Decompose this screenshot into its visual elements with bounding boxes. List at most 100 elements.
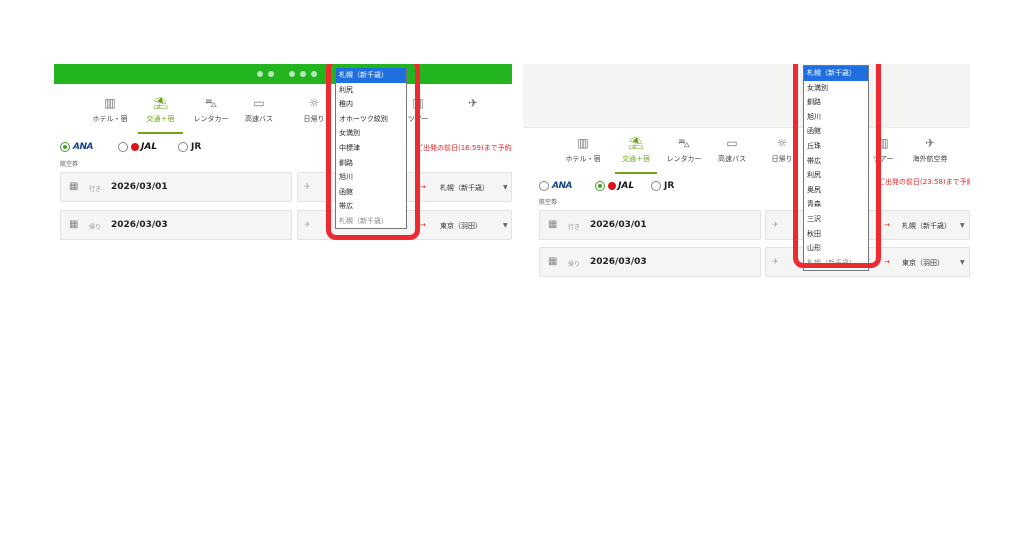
tab-label: 高速バス xyxy=(718,155,746,163)
jal-crane-icon xyxy=(608,182,616,190)
calendar-icon: ▦ xyxy=(548,256,558,267)
radio-button[interactable] xyxy=(60,142,70,152)
radio-jr[interactable]: JR xyxy=(651,179,674,193)
car-icon: ⛍ xyxy=(677,136,691,150)
tab-hotel[interactable]: ▥ ホテル・宿 xyxy=(563,134,603,174)
arrival-airport: 東京（羽田） xyxy=(440,222,482,230)
return-date-field[interactable]: ▦ 帰り 2026/03/03 xyxy=(539,247,761,277)
airplane-icon: ✈ xyxy=(772,257,779,266)
tab-label: 交通＋宿 xyxy=(146,115,175,123)
chevron-down-icon[interactable]: ▼ xyxy=(960,222,965,229)
tab-travel-package[interactable]: ⛱ 交通＋宿 xyxy=(138,94,183,134)
tab-overseas[interactable]: ✈ xyxy=(458,94,488,134)
highlight-box xyxy=(793,64,881,268)
jr-logo: JR xyxy=(191,142,202,152)
radio-button[interactable] xyxy=(539,181,549,191)
tab-rental-car[interactable]: ⛍ レンタカー xyxy=(190,94,232,134)
chevron-down-icon[interactable]: ▼ xyxy=(960,259,965,266)
right-screenshot-panel: ▥ ホテル・宿 ⛱ 交通＋宿 ⛍ レンタカー ▭ 高速バス ☼ 日帰り ▥ ツア… xyxy=(523,64,970,280)
jal-logo: JAL xyxy=(141,142,158,152)
calendar-icon: ▦ xyxy=(69,219,79,230)
tab-label: レンタカー xyxy=(193,115,229,123)
tab-daytrip[interactable]: ☼ 日帰り xyxy=(300,94,328,134)
sun-icon: ☼ xyxy=(776,136,788,150)
hotel-icon: ▥ xyxy=(104,96,116,110)
arrival-airport: 札幌（新千歳） xyxy=(440,184,489,192)
radio-button[interactable] xyxy=(118,142,128,152)
deadline-notice: ご出発の前日(23:58)まで予約 xyxy=(878,178,970,186)
carousel-dot[interactable] xyxy=(311,71,317,77)
date-value: 2026/03/03 xyxy=(590,257,647,267)
arrival-airport: 東京（羽田） xyxy=(902,259,944,267)
arrow-right-icon: → xyxy=(420,221,426,229)
hotel-icon: ▥ xyxy=(577,136,589,150)
tab-hotel[interactable]: ▥ ホテル・宿 xyxy=(90,94,130,134)
arrow-right-icon: → xyxy=(884,258,890,266)
calendar-icon: ▦ xyxy=(548,219,558,230)
service-tabs: ▥ ホテル・宿 ⛱ 交通＋宿 ⛍ レンタカー ▭ 高速バス ☼ 日帰り ▥ ツア… xyxy=(523,134,970,174)
radio-ana[interactable]: ANA xyxy=(539,179,572,193)
ana-logo: ANA xyxy=(552,181,572,191)
tab-rental-car[interactable]: ⛍ レンタカー xyxy=(663,134,705,174)
carousel-dot[interactable] xyxy=(257,71,263,77)
ana-logo: ANA xyxy=(73,142,93,152)
bus-icon: ▭ xyxy=(726,136,738,150)
carousel-dot[interactable] xyxy=(289,71,295,77)
radio-button[interactable] xyxy=(178,142,188,152)
airline-selector: ANA JAL JR xyxy=(529,179,709,193)
tab-label: ホテル・宿 xyxy=(92,115,128,123)
calendar-icon: ▦ xyxy=(69,181,79,192)
tab-bus[interactable]: ▭ 高速バス xyxy=(713,134,751,174)
tab-bus[interactable]: ▭ 高速バス xyxy=(240,94,278,134)
tab-label: 高速バス xyxy=(245,115,273,123)
airplane-icon: ✈ xyxy=(304,220,311,229)
tab-label: 交通＋宿 xyxy=(622,155,650,163)
field-label: 行き xyxy=(89,186,102,193)
tab-label: 海外航空券 xyxy=(912,155,948,163)
tab-label: レンタカー xyxy=(666,155,702,163)
outbound-date-field[interactable]: ▦ 行き 2026/03/01 xyxy=(539,210,761,240)
airplane-icon: ✈ xyxy=(304,182,311,191)
carousel-dot[interactable] xyxy=(268,71,274,77)
section-label: 航空券 xyxy=(60,161,79,168)
radio-button[interactable] xyxy=(595,181,605,191)
carousel-dot[interactable] xyxy=(300,71,306,77)
airline-selector: ANA JAL JR xyxy=(60,140,240,154)
airplane-icon: ✈ xyxy=(772,220,779,229)
radio-jal[interactable]: JAL xyxy=(595,179,634,193)
radio-button[interactable] xyxy=(651,181,661,191)
radio-ana[interactable]: ANA xyxy=(60,140,93,154)
left-screenshot-panel: ▥ ホテル・宿 ⛱ 交通＋宿 ⛍ レンタカー ▭ 高速バス ☼ 日帰り ▥ ツア… xyxy=(54,64,512,250)
field-label: 帰り xyxy=(89,224,102,231)
date-value: 2026/03/03 xyxy=(111,220,168,230)
airplane-icon: ✈ xyxy=(467,96,479,110)
arrival-airport: 札幌（新千歳） xyxy=(902,222,951,230)
airplane-icon: ✈ xyxy=(924,136,936,150)
radio-jal[interactable]: JAL xyxy=(118,140,157,154)
outbound-date-field[interactable]: ▦ 行き 2026/03/01 xyxy=(60,172,292,202)
travel-package-icon: ⛱ xyxy=(628,136,644,150)
jr-logo: JR xyxy=(664,181,675,191)
tab-travel-package[interactable]: ⛱ 交通＋宿 xyxy=(615,134,657,174)
tab-label: 日帰り xyxy=(771,155,793,163)
deadline-notice: ご出発の前日(16:59)まで予約 xyxy=(416,144,512,152)
tab-daytrip[interactable]: ☼ 日帰り xyxy=(769,134,795,174)
chevron-down-icon[interactable]: ▼ xyxy=(503,184,508,191)
jal-crane-icon xyxy=(131,143,139,151)
field-label: 行き xyxy=(568,224,581,231)
chevron-down-icon[interactable]: ▼ xyxy=(503,222,508,229)
return-date-field[interactable]: ▦ 帰り 2026/03/03 xyxy=(60,210,292,240)
header-banner xyxy=(523,64,970,128)
date-value: 2026/03/01 xyxy=(111,182,168,192)
jal-logo: JAL xyxy=(618,181,635,191)
tab-overseas[interactable]: ✈ 海外航空券 xyxy=(909,134,951,174)
tab-label: 日帰り xyxy=(303,115,325,123)
radio-jr[interactable]: JR xyxy=(178,140,201,154)
arrow-right-icon: → xyxy=(884,221,890,229)
section-label: 航空券 xyxy=(539,199,558,206)
header-bar xyxy=(54,64,512,84)
arrow-right-icon: → xyxy=(420,183,426,191)
highlight-box xyxy=(326,64,420,240)
travel-package-icon: ⛱ xyxy=(152,96,169,110)
bus-icon: ▭ xyxy=(253,96,265,110)
